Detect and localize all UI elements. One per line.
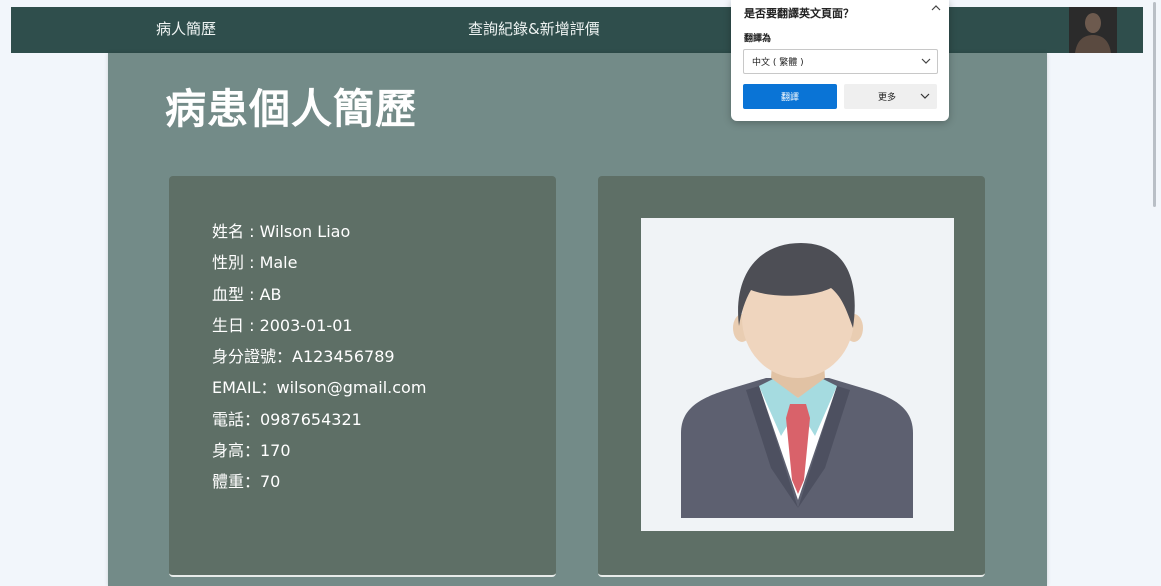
translate-button-label: 翻譯 — [780, 93, 799, 103]
info-phone: 電話：0987654321 — [212, 409, 362, 429]
info-blood-type: 血型 : AB — [212, 284, 282, 304]
info-height: 身高：170 — [212, 441, 291, 461]
info-birthday: 生日 : 2003-01-01 — [212, 315, 353, 335]
user-avatar[interactable] — [1069, 7, 1117, 53]
top-navbar: 病人簡歷 查詢紀錄&新增評價 — [11, 7, 1143, 53]
page-scrollbar[interactable] — [1150, 0, 1161, 586]
more-options-button[interactable]: 更多 — [844, 84, 937, 109]
patient-info-list: 姓名 : Wilson Liao 性別 : Male 血型 : AB 生日 : … — [212, 221, 426, 503]
chevron-down-icon — [921, 58, 931, 64]
patient-photo — [641, 218, 954, 531]
chevron-down-icon — [920, 93, 930, 99]
language-select-value: 中文 ( 繁體 ) — [752, 58, 804, 68]
translate-target-label: 翻譯為 — [744, 34, 772, 44]
patient-photo-card — [598, 176, 985, 577]
scrollbar-thumb[interactable] — [1153, 2, 1156, 207]
user-avatar-icon — [1069, 7, 1117, 53]
translate-button[interactable]: 翻譯 — [743, 84, 837, 109]
info-email: EMAIL：wilson@gmail.com — [212, 378, 427, 398]
chevron-up-icon — [931, 5, 941, 11]
info-id-number: 身分證號：A123456789 — [212, 347, 395, 367]
translate-popup-title: 是否要翻譯英文頁面？ — [744, 7, 854, 20]
nav-link-patient-profile[interactable]: 病人簡歷 — [156, 18, 216, 39]
nav-link-records-reviews[interactable]: 查詢紀錄&新增評價 — [468, 18, 600, 39]
language-select[interactable]: 中文 ( 繁體 ) — [743, 49, 938, 74]
profile-panel: 病患個人簡歷 姓名 : Wilson Liao 性別 : Male 血型 : A… — [108, 53, 1047, 586]
page-title: 病患個人簡歷 — [165, 85, 417, 133]
info-name: 姓名 : Wilson Liao — [212, 222, 351, 241]
businessman-avatar-icon — [641, 218, 954, 531]
patient-info-card: 姓名 : Wilson Liao 性別 : Male 血型 : AB 生日 : … — [169, 176, 556, 577]
info-gender: 性別 : Male — [212, 253, 298, 273]
more-options-label: 更多 — [878, 93, 897, 103]
translate-popup: 是否要翻譯英文頁面？ 翻譯為 中文 ( 繁體 ) 翻譯 更多 — [731, 0, 949, 121]
info-weight: 體重：70 — [212, 472, 281, 492]
collapse-popup-button[interactable] — [929, 1, 943, 15]
